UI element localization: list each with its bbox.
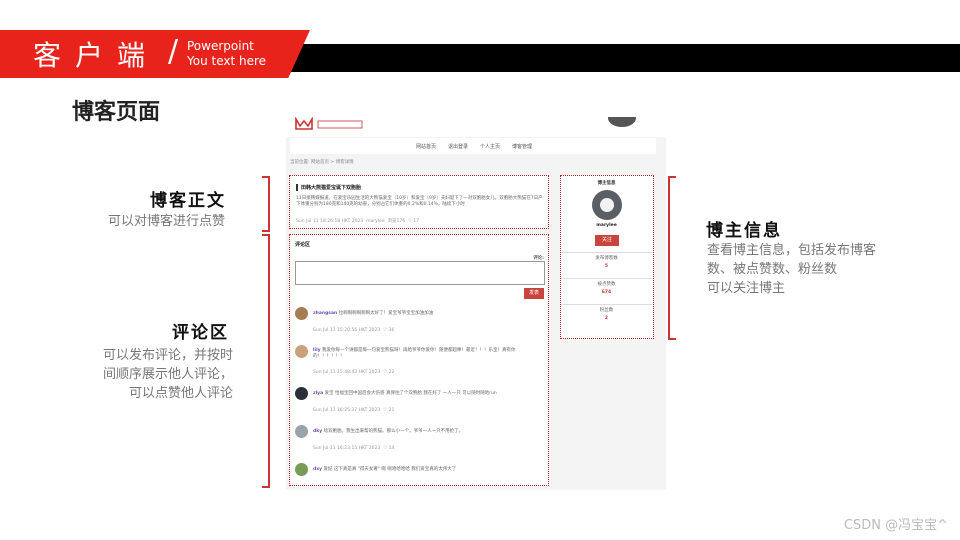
stat-fans-value: 2 xyxy=(604,316,609,321)
comment-time: Sun Jul 11 15:20:56 HKT 2023 xyxy=(313,328,381,333)
header-subtitle-line2: You text here xyxy=(187,54,267,68)
annotation-author-desc: 查看博主信息，包括发布博客 数、被点赞数、粉丝数 可以关注博主 xyxy=(707,241,876,298)
comment-item: lily 我爱你每一个讲都是每一句爱宝熊猫呀！再给爷爷你爱你！随便都超棒！最近！… xyxy=(295,343,545,379)
comment-time: Sun Jul 11 16:23:15 HKT 2023 xyxy=(313,446,381,451)
comment-item: zlya 爱宝 恰福宝回中国后会大伤感 真保住了个双胞胎 我在好了 一人一只 可… xyxy=(295,385,545,421)
comment-time: Sun Jul 11 15:48:43 HKT 2023 xyxy=(313,370,381,375)
annotation-body-desc: 可以对博客进行点赞 xyxy=(108,214,226,229)
header-title: 客户端 xyxy=(33,39,160,72)
post-meta-row: Sun Jul 11 18:26:18 HKT 2023 marylee 浏览1… xyxy=(296,218,419,224)
nav-profile[interactable]: 个人主页 xyxy=(480,143,500,150)
annotation-comments-bracket xyxy=(262,234,270,488)
post-body: 11日接韩媒报道，在爱宝乐园生活的大熊猫爱宝（10岁）和爱宝（9岁）夫妇诞下了一… xyxy=(296,196,543,207)
nav-logout[interactable]: 退出登录 xyxy=(448,143,468,150)
comment-time: Sun Jul 11 16:25:37 HKT 2023 xyxy=(313,408,381,413)
author-avatar[interactable] xyxy=(592,190,622,220)
stat-likes-value: 674 xyxy=(601,290,612,295)
annotation-comments-heading: 评论区 xyxy=(172,323,229,343)
comment-item: dxy 爱妃 这下真是真 "得天女奢" 啊 啊哈哈哈哈 我们爱宝真的太伟大了 xyxy=(295,461,545,483)
comment-like-icon[interactable]: ♡ xyxy=(383,446,387,451)
site-logo[interactable] xyxy=(290,117,366,133)
follow-button[interactable]: 关注 xyxy=(595,235,619,246)
annotation-author-bracket xyxy=(668,176,676,340)
annotation-comments-line1: 可以发布评论，并按时 xyxy=(102,348,233,363)
comment-submit-button[interactable]: 发表 xyxy=(524,288,544,299)
comment-likes: 21 xyxy=(388,408,395,413)
blog-post-panel: 田韩大熊猫爱宝诞下双胞胎 11日接韩媒报道，在爱宝乐园生活的大熊猫爱宝（10岁）… xyxy=(289,175,549,229)
post-author: marylee xyxy=(366,219,385,224)
post-date: Sun Jul 11 18:26:18 HKT 2023 xyxy=(296,219,364,224)
comment-input[interactable] xyxy=(295,261,545,285)
annotation-author-heading: 博主信息 xyxy=(706,221,782,241)
watermark: CSDN @冯宝宝^ xyxy=(843,518,948,533)
comment-text: 爱妃 这下真是真 "得天女奢" 啊 啊哈哈哈哈 我们爱宝真的太伟大了 xyxy=(323,467,457,472)
annotation-comments-line3: 可以点赞他人评论 xyxy=(128,386,233,401)
author-name: marylee xyxy=(596,223,617,228)
top-nav: 网站首页 退出登录 个人主页 博客管理 xyxy=(290,138,656,154)
comment-item: dky 啥双胞胎。我生出来帮的熊猫。那么小一个。爷爷一人一只不用抢了。 Sun … xyxy=(295,423,545,459)
comment-text: 爱宝 恰福宝回中国后会大伤感 真保住了个双胞胎 我在好了 一人一只 可以随时随地… xyxy=(324,391,497,396)
annotation-body-bracket xyxy=(262,176,270,232)
post-like-icon[interactable]: ♡ xyxy=(408,219,412,224)
stat-fans-label: 粉丝数 xyxy=(561,304,652,313)
header-subtitle-line1: Powerpoint xyxy=(187,39,254,53)
comments-title: 评论区 xyxy=(295,242,311,248)
nav-home[interactable]: 网站首页 xyxy=(416,143,436,150)
post-views: 浏览176 xyxy=(387,219,406,224)
annotation-comments-line2: 间顺序展示他人评论， xyxy=(102,367,233,382)
annotation-author-line1: 查看博主信息，包括发布博客 xyxy=(707,243,877,258)
comment-avatar[interactable] xyxy=(295,425,308,438)
annotation-comments-desc: 可以发布评论，并按时 间顺序展示他人评论， 可以点赞他人评论 xyxy=(93,346,233,403)
stat-posts-label: 发布博客数 xyxy=(561,252,652,261)
post-title: 田韩大熊猫爱宝诞下双胞胎 xyxy=(296,184,361,191)
blog-page-mockup: 网站首页 退出登录 个人主页 博客管理 当前位置: 网站首页 > 博客详情 田韩… xyxy=(286,117,666,490)
page-title: 博客页面 xyxy=(72,99,161,125)
comment-avatar[interactable] xyxy=(295,345,308,358)
annotation-author-line2: 数、被点赞数、粉丝数 xyxy=(707,262,838,277)
comment-text: 拉啊啊啊啊啊啊太好了！爱宝爷爷宝宝加油加油 xyxy=(338,311,434,316)
comment-like-icon[interactable]: ♡ xyxy=(383,370,387,375)
header-slash: / xyxy=(168,34,179,69)
stat-likes-label: 被点赞数 xyxy=(561,278,652,287)
comment-text: 啥双胞胎。我生出来帮的熊猫。那么小一个。爷爷一人一只不用抢了。 xyxy=(323,429,464,434)
comment-text: 我爱你每一个讲都是每一句爱宝熊猫呀！再给爷爷你爱你！随便都超棒！最近！！！乐宝！… xyxy=(313,348,516,359)
post-likes: 17 xyxy=(413,219,420,224)
comment-user[interactable]: dxy xyxy=(313,467,322,472)
nav-blog-admin[interactable]: 博客管理 xyxy=(512,143,532,150)
comment-likes: 14 xyxy=(388,446,395,451)
author-card-title: 博主信息 xyxy=(597,181,616,186)
comments-panel: 评论区 评论: 发表 zhangsan 拉啊啊啊啊啊啊太好了！爱宝爷爷宝宝加油加… xyxy=(289,234,549,486)
comment-item: zhangsan 拉啊啊啊啊啊啊太好了！爱宝爷爷宝宝加油加油 Sun Jul 1… xyxy=(295,305,545,341)
comment-like-icon[interactable]: ♡ xyxy=(383,408,387,413)
breadcrumb: 当前位置: 网站首页 > 博客详情 xyxy=(290,160,354,165)
comment-user[interactable]: dky xyxy=(313,429,322,434)
comment-user[interactable]: zlya xyxy=(313,391,323,396)
annotation-body-heading: 博客正文 xyxy=(150,191,226,211)
comment-likes: 22 xyxy=(388,370,395,375)
comment-avatar[interactable] xyxy=(295,463,308,476)
comment-likes: 36 xyxy=(388,328,395,333)
comment-avatar[interactable] xyxy=(295,387,308,400)
comment-like-icon[interactable]: ♡ xyxy=(383,328,387,333)
stat-posts-value: 5 xyxy=(604,264,609,269)
author-card: 博主信息 marylee 关注 发布博客数 5 被点赞数 674 粉丝数 2 xyxy=(560,175,654,339)
comment-avatar[interactable] xyxy=(295,307,308,320)
annotation-author-line3: 可以关注博主 xyxy=(707,281,786,296)
comment-user[interactable]: lily xyxy=(313,348,321,353)
comment-user[interactable]: zhangsan xyxy=(313,311,337,316)
header-subtitle: Powerpoint You text here xyxy=(187,39,266,69)
